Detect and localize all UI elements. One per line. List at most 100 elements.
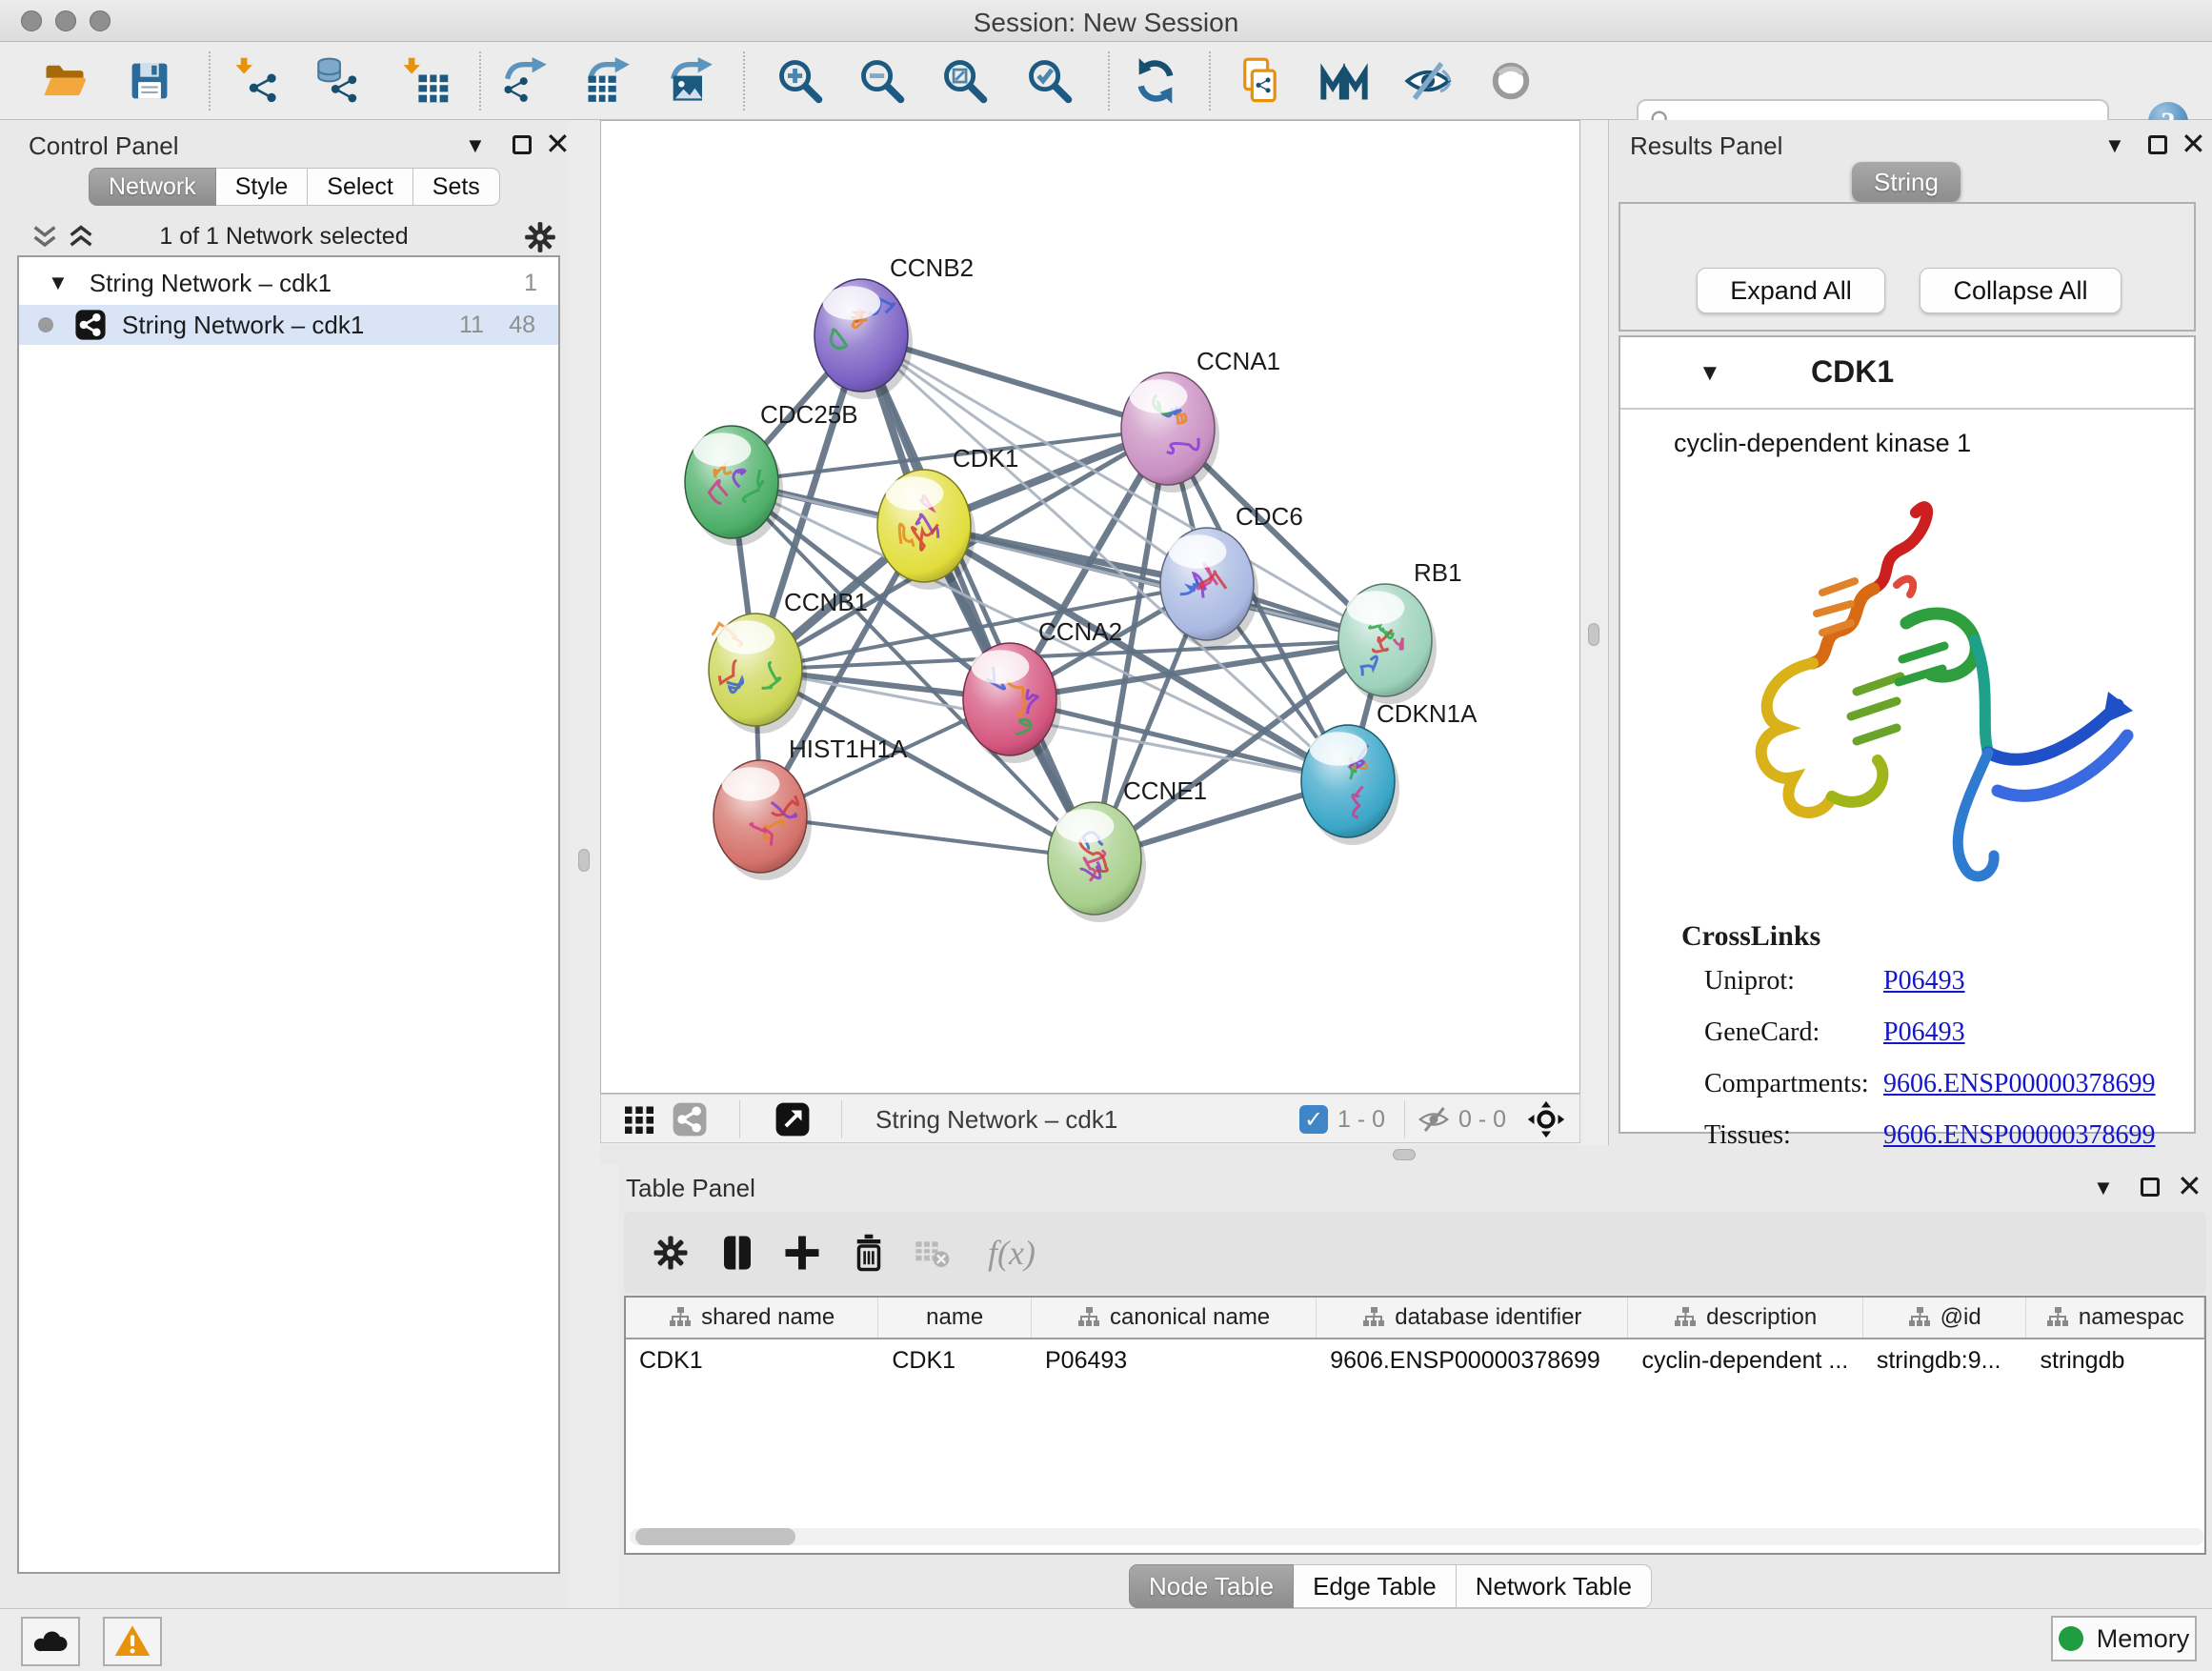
- table-horizontal-scrollbar[interactable]: [630, 1528, 2204, 1545]
- table-panel-menu-icon[interactable]: ▼: [2093, 1176, 2114, 1200]
- crosslink-value-link[interactable]: 9606.ENSP00000378699: [1883, 1069, 2155, 1099]
- results-panel-menu-icon[interactable]: ▼: [2104, 133, 2125, 158]
- results-panel-close-icon[interactable]: ✕: [2181, 133, 2206, 154]
- cell-shared-name[interactable]: CDK1: [626, 1341, 878, 1379]
- show-columns-icon[interactable]: [712, 1227, 763, 1278]
- save-session-button[interactable]: [123, 54, 176, 108]
- memory-button[interactable]: Memory: [2051, 1616, 2197, 1661]
- control-panel-menu-icon[interactable]: ▼: [465, 133, 486, 158]
- crosslink-value-link[interactable]: P06493: [1883, 966, 1965, 997]
- network-row-selected[interactable]: String Network – cdk1 11 48: [19, 305, 558, 345]
- export-image-button[interactable]: [663, 54, 716, 108]
- first-neighbors-button[interactable]: [1317, 54, 1371, 108]
- table-panel-close-icon[interactable]: ✕: [2177, 1176, 2202, 1197]
- show-all-button[interactable]: [1484, 54, 1538, 108]
- table-row[interactable]: CDK1CDK1P064939606.ENSP00000378699cyclin…: [626, 1341, 2204, 1379]
- import-table-button[interactable]: [399, 54, 452, 108]
- open-session-button[interactable]: [38, 54, 91, 108]
- fit-content-crosshair-icon[interactable]: [1527, 1101, 1565, 1137]
- node-HIST1H1A[interactable]: [714, 760, 812, 880]
- network-options-gear-icon[interactable]: [522, 219, 558, 260]
- crosslink-value-link[interactable]: P06493: [1883, 1017, 1965, 1048]
- entry-expander-icon[interactable]: ▼: [1699, 360, 1721, 387]
- tab-network[interactable]: Network: [89, 168, 216, 206]
- create-column-plus-icon[interactable]: [776, 1227, 828, 1278]
- results-panel-float-icon[interactable]: [2148, 135, 2167, 154]
- column-header-database-identifier[interactable]: database identifier: [1317, 1298, 1628, 1338]
- copy-network-button[interactable]: [1234, 54, 1287, 108]
- node-CDKN1A[interactable]: [1301, 725, 1399, 845]
- right-splitter[interactable]: [1580, 120, 1608, 1145]
- left-splitter[interactable]: [568, 120, 600, 1608]
- cloud-status-button[interactable]: [21, 1617, 80, 1666]
- node-CCNB1[interactable]: [709, 614, 807, 734]
- refresh-icon: [1131, 56, 1180, 106]
- scrollbar-thumb[interactable]: [635, 1528, 795, 1545]
- expand-all-button[interactable]: Expand All: [1697, 268, 1885, 313]
- hide-selected-button[interactable]: [1401, 54, 1455, 108]
- node-CDK1[interactable]: [877, 470, 975, 590]
- column-header-canonical-name[interactable]: canonical name: [1032, 1298, 1317, 1338]
- tab-edge-table[interactable]: Edge Table: [1294, 1564, 1457, 1608]
- import-database-button[interactable]: [312, 54, 365, 108]
- control-panel-title: Control Panel: [29, 131, 179, 161]
- cell-@id[interactable]: stringdb:9...: [1863, 1341, 2027, 1379]
- zoom-selected-button[interactable]: [1023, 54, 1076, 108]
- zoom-fit-button[interactable]: [938, 54, 992, 108]
- network-canvas[interactable]: CCNB2CCNA1CDC25BCDK1CDC6RB1CCNB1CCNA2CDK…: [600, 120, 1580, 1094]
- cell-name[interactable]: CDK1: [878, 1341, 1032, 1379]
- cell-canonical-name[interactable]: P06493: [1032, 1341, 1317, 1379]
- table-options-gear-icon[interactable]: [645, 1227, 696, 1278]
- column-header-namespac[interactable]: namespac: [2026, 1298, 2204, 1338]
- cell-description[interactable]: cyclin-dependent ...: [1628, 1341, 1862, 1379]
- import-network-button[interactable]: [231, 54, 285, 108]
- tab-style[interactable]: Style: [216, 168, 309, 206]
- crosslink-label: GeneCard:: [1704, 1017, 1820, 1048]
- control-panel-float-icon[interactable]: [513, 135, 532, 154]
- birds-eye-view-icon[interactable]: [774, 1101, 811, 1137]
- zoom-out-button[interactable]: [855, 54, 909, 108]
- table-panel-float-icon[interactable]: [2141, 1178, 2160, 1197]
- control-panel-close-icon[interactable]: ✕: [545, 133, 571, 154]
- splitter-grip[interactable]: [1588, 623, 1599, 646]
- edge-CCNE1-CCNB2[interactable]: [861, 335, 1095, 858]
- export-table-button[interactable]: [580, 54, 633, 108]
- column-header-description[interactable]: description: [1628, 1298, 1862, 1338]
- selected-nodes-checkbox[interactable]: ✓: [1299, 1101, 1328, 1137]
- node-CCNA2[interactable]: [963, 643, 1061, 763]
- delete-column-trash-icon[interactable]: [843, 1227, 895, 1278]
- splitter-grip[interactable]: [578, 849, 590, 872]
- warning-status-button[interactable]: [103, 1617, 162, 1666]
- tab-select[interactable]: Select: [308, 168, 412, 206]
- node-CCNA1[interactable]: [1121, 372, 1219, 493]
- entry-header[interactable]: ▼ CDK1: [1620, 337, 2194, 410]
- node-CCNE1[interactable]: [1048, 802, 1146, 922]
- column-label: namespac: [2079, 1304, 2184, 1331]
- crosslink-value-link[interactable]: 9606.ENSP00000378699: [1883, 1120, 2155, 1151]
- tab-network-table[interactable]: Network Table: [1457, 1564, 1652, 1608]
- splitter-grip[interactable]: [1393, 1149, 1416, 1160]
- hidden-eye-slash-icon[interactable]: [1417, 1101, 1451, 1137]
- cell-database-identifier[interactable]: 9606.ENSP00000378699: [1317, 1341, 1628, 1379]
- export-network-button[interactable]: [497, 54, 551, 108]
- tab-node-table[interactable]: Node Table: [1129, 1564, 1294, 1608]
- node-RB1[interactable]: [1338, 584, 1437, 704]
- network-collection-row[interactable]: ▼ String Network – cdk1 1: [19, 263, 558, 303]
- zoom-in-button[interactable]: [774, 54, 827, 108]
- collapse-all-button[interactable]: Collapse All: [1920, 268, 2122, 313]
- table-toolbar: f(x): [624, 1212, 2206, 1294]
- separator: [841, 1100, 842, 1138]
- column-header-name[interactable]: name: [878, 1298, 1032, 1338]
- cell-namespac[interactable]: stringdb: [2026, 1341, 2204, 1379]
- node-CDC6[interactable]: [1160, 528, 1258, 648]
- current-network-title: String Network – cdk1: [875, 1105, 1117, 1135]
- refresh-button[interactable]: [1129, 54, 1182, 108]
- tab-sets[interactable]: Sets: [413, 168, 500, 206]
- string-view-icon[interactable]: [672, 1101, 708, 1137]
- column-header-@id[interactable]: @id: [1863, 1298, 2027, 1338]
- node-CCNB2[interactable]: [814, 279, 913, 399]
- grid-view-icon[interactable]: [622, 1101, 656, 1137]
- tab-string[interactable]: String: [1852, 162, 1961, 202]
- column-header-shared-name[interactable]: shared name: [626, 1298, 878, 1338]
- collection-expander-icon[interactable]: ▼: [48, 271, 69, 295]
